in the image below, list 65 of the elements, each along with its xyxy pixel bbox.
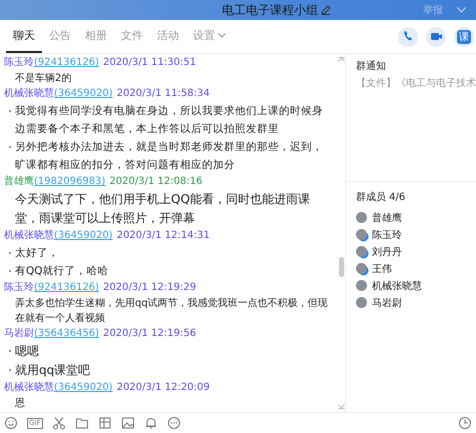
tab[interactable]: 文件 (114, 20, 150, 53)
chevron-down-icon[interactable] (218, 33, 226, 38)
folder-icon[interactable] (74, 416, 89, 430)
sender-name: 机械张晓慧 (4, 230, 54, 241)
message-text: 太好了， (15, 246, 60, 261)
members-title: 群成员 4/6 (356, 191, 406, 205)
user-id-link[interactable]: (924136126) (34, 282, 100, 293)
video-button[interactable] (426, 26, 446, 46)
pencil-icon[interactable] (321, 5, 331, 15)
member-name[interactable]: 马岩尉 (372, 296, 402, 310)
user-id-link[interactable]: (924136126) (34, 57, 100, 68)
image-icon[interactable] (120, 416, 135, 430)
message-time: 2020/3/1 12:19:29 (103, 282, 196, 293)
tab[interactable]: 活动 (150, 20, 186, 53)
screenshot-icon[interactable] (98, 416, 112, 430)
message-text: 今天测试了下，他们用手机上QQ能看，同时也能进雨课堂，雨课堂可以上传照片，开弹幕 (15, 191, 311, 227)
tab[interactable]: 聊天 (6, 20, 42, 53)
message-time: 2020/3/1 12:14:31 (116, 230, 210, 241)
member-name[interactable]: 刘丹丹 (372, 244, 402, 258)
sender-name: 马岩尉 (4, 328, 34, 339)
user-id-link[interactable]: (36459020) (54, 230, 113, 241)
scroll-up-icon[interactable] (338, 57, 344, 62)
message-time: 2020/3/1 12:19:56 (103, 328, 196, 339)
phone-button[interactable] (398, 26, 418, 46)
message-text: 嗯嗯 (15, 343, 40, 360)
member-name[interactable]: 陈玉玲 (372, 228, 402, 242)
report-link[interactable]: 举报 (423, 3, 443, 17)
member-name[interactable]: 普雄鹰 (372, 210, 402, 224)
user-id-link[interactable]: (356436456) (34, 328, 100, 339)
emoji-icon[interactable] (4, 416, 18, 430)
class-button[interactable]: 课 (454, 26, 474, 46)
tab[interactable]: 设置 (186, 20, 233, 53)
tab[interactable]: 公告 (42, 20, 78, 53)
sender-name: 机械张晓慧 (4, 88, 54, 99)
scroll-thumb[interactable] (338, 257, 344, 277)
bell-icon[interactable] (144, 416, 158, 430)
sender-name: 普雄鹰 (4, 176, 34, 187)
message-text: 就用qq课堂吧 (15, 362, 92, 379)
user-id-link[interactable]: (36459020) (54, 382, 113, 393)
user-id-link[interactable]: (36459020) (54, 88, 113, 99)
message-text: 我觉得有些同学没有电脑在身边，所以我要求他们上课的时候身边需要备个本子和黑笔，本上作答以后可以拍照发群里 (15, 104, 324, 137)
message-time: 2020/3/1 11:58:34 (116, 88, 210, 99)
notice-title: 群通知 (356, 60, 387, 74)
tab[interactable]: 相册 (78, 20, 114, 53)
scroll-down-icon[interactable] (338, 404, 344, 409)
message-time: 2020/3/1 12:08:16 (109, 176, 202, 187)
scissors-icon[interactable] (52, 416, 66, 430)
message-text: 不是车辆2的 (15, 72, 72, 86)
sender-name: 机械张晓慧 (4, 382, 54, 393)
window-title: 电工电子课程小组 (222, 2, 318, 18)
sender-name: 陈玉玲 (4, 57, 34, 68)
message-text: 恩 (15, 397, 26, 411)
member-name[interactable]: 王伟 (372, 262, 392, 276)
message-time: 2020/3/1 12:20:09 (116, 382, 210, 393)
notice-text[interactable]: 【文件】《电工与电子技术 (356, 76, 476, 90)
member-name[interactable]: 机械张晓慧 (372, 278, 422, 292)
message-text: 有QQ就行了，哈哈 (15, 264, 110, 279)
message-text: 另外把考核办法加进去，就是当时郑老师发群里的那些，迟到，旷课都有相应的扣分，答对问题有相应的加分 (15, 140, 324, 173)
chevron-down-icon[interactable] (457, 7, 466, 13)
user-id-link[interactable]: (1982096983) (34, 176, 106, 187)
message-time: 2020/3/1 11:30:51 (103, 57, 196, 68)
message-text: 弄太多也怕学生迷糊，先用qq试两节，我感觉我班一点也不积极，但现在就有一个人看视频 (15, 296, 329, 326)
clock-icon[interactable] (458, 416, 472, 430)
sender-name: 陈玉玲 (4, 282, 34, 293)
more-icon[interactable] (166, 416, 181, 430)
